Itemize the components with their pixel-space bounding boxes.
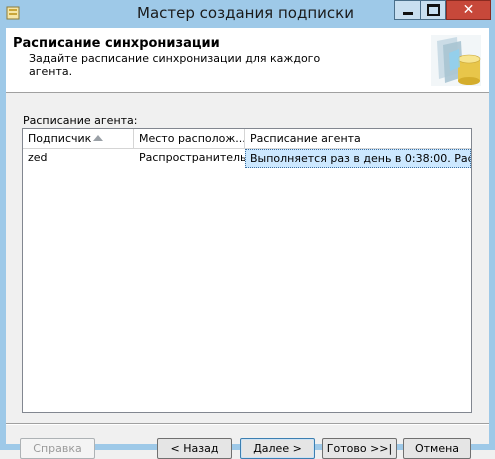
maximize-icon xyxy=(426,4,440,16)
column-header-subscriber[interactable]: Подписчик xyxy=(23,129,134,148)
subscriber-cell[interactable]: zed xyxy=(23,149,134,168)
table-row[interactable]: zed Распространитель Выполняется раз в д… xyxy=(23,149,471,168)
minimize-icon xyxy=(403,12,413,15)
column-header-location[interactable]: Место располож... xyxy=(134,129,245,148)
wizard-window: Мастер создания подписки ✕ Расписание си… xyxy=(0,0,495,459)
schedule-cell[interactable]: Выполняется раз в день в 0:38:00. Рас... xyxy=(245,149,471,168)
maximize-button[interactable] xyxy=(420,0,446,20)
title-bar[interactable]: Мастер создания подписки ✕ xyxy=(0,0,495,28)
sort-ascending-icon xyxy=(93,135,103,141)
finish-button[interactable]: Готово >>| xyxy=(322,438,397,459)
close-button[interactable]: ✕ xyxy=(446,0,491,20)
grid-header: Подписчик Место располож... Расписание а… xyxy=(23,129,471,149)
minimize-button[interactable] xyxy=(394,0,421,20)
agent-schedule-grid[interactable]: Подписчик Место располож... Расписание а… xyxy=(22,128,472,413)
help-button[interactable]: Справка xyxy=(20,438,95,459)
cancel-button[interactable]: Отмена xyxy=(403,438,471,459)
page-title: Расписание синхронизации xyxy=(13,36,220,51)
column-header-schedule[interactable]: Расписание агента xyxy=(245,129,471,148)
location-cell[interactable]: Распространитель xyxy=(134,149,245,168)
agent-schedule-label: Расписание агента: xyxy=(23,114,138,127)
close-icon: ✕ xyxy=(462,2,475,18)
back-button[interactable]: < Назад xyxy=(157,438,232,459)
page-subtitle: Задайте расписание синхронизации для каж… xyxy=(29,52,321,78)
database-wizard-icon xyxy=(431,35,481,86)
wizard-body: Расписание синхронизации Задайте расписа… xyxy=(6,28,489,459)
wizard-header: Расписание синхронизации Задайте расписа… xyxy=(6,28,489,93)
next-button[interactable]: Далее > xyxy=(240,438,315,459)
footer-divider xyxy=(6,423,489,425)
